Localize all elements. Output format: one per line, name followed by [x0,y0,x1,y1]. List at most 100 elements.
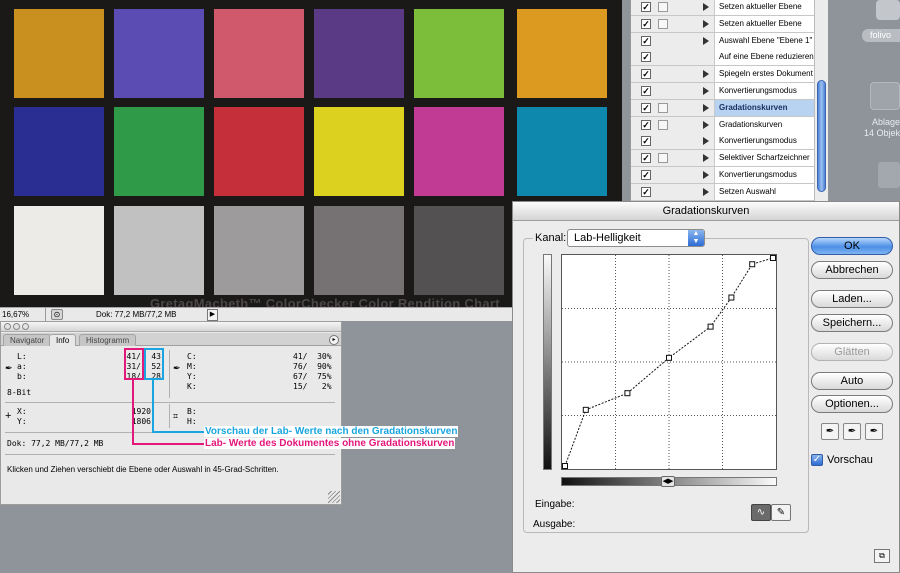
channel-select[interactable]: Lab-Helligkeit ▲ ▼ [567,229,705,247]
desktop-disk-icon[interactable] [876,0,900,20]
actions-scrollbar[interactable] [814,0,828,202]
desktop-item-label[interactable]: folivo [862,29,900,42]
disclosure-triangle-icon[interactable] [703,137,709,146]
curve-point[interactable] [728,294,735,301]
disclosure-triangle-icon[interactable] [703,3,709,11]
preview-lab-highlight-box [144,348,164,380]
panel-menu-icon[interactable]: ▸ [329,335,339,345]
save-button[interactable]: Speichern... [811,314,893,332]
tab-info[interactable]: Info [49,334,77,346]
action-dialog-toggle[interactable] [658,102,668,113]
curve-point[interactable] [562,463,568,469]
gradient-toggle-icon[interactable]: ◀▶ [661,476,675,487]
action-enable-checkbox[interactable]: ✓ [641,170,651,180]
preview-annotation-label: Vorschau der Lab- Werte nach den Gradati… [204,426,459,437]
desktop-document-icon[interactable] [878,162,900,188]
doc-annotation-label: Lab- Werte des Dokumentes ohne Gradation… [204,438,456,449]
action-dialog-toggle[interactable] [658,18,668,29]
zoom-window-icon[interactable] [22,323,29,330]
action-enable-checkbox[interactable]: ✓ [641,186,651,197]
info-panel: Navigator Info Histogramm ▸ ✒ L: a: b: 4… [0,321,342,505]
output-gradient-bar [543,254,552,470]
disclosure-triangle-icon[interactable] [703,171,709,179]
curves-dialog: Gradationskurven Kanal: Lab-Helligkeit ▲… [512,201,900,573]
curve-point[interactable] [707,323,714,330]
options-button[interactable]: Optionen... [811,395,893,413]
action-row[interactable]: ✓ Setzen Auswahl [631,183,814,201]
resize-icon[interactable]: ⧉ [874,549,890,563]
gray-eyedropper-icon[interactable]: ✒ [843,423,861,440]
curve-line[interactable] [564,257,774,467]
cancel-button[interactable]: Abbrechen [811,261,893,279]
curve-point[interactable] [770,255,776,261]
curve-point[interactable] [666,354,672,361]
action-row[interactable]: ✓ Setzen aktueller Ebene [631,15,814,33]
close-window-icon[interactable] [4,323,11,330]
disclosure-triangle-icon[interactable] [703,120,709,129]
color-patch [414,206,504,295]
info-panel-titlebar[interactable] [1,322,341,332]
disclosure-triangle-icon[interactable] [703,187,709,196]
action-enable-checkbox[interactable]: ✓ [641,86,651,96]
action-row[interactable]: ✓ Gradationskurven [631,99,814,117]
action-dialog-toggle[interactable] [658,119,668,130]
color-patch [14,107,104,196]
disclosure-triangle-icon[interactable] [703,70,709,79]
info-tabs: Navigator Info Histogramm ▸ [1,333,341,346]
tab-histogramm[interactable]: Histogramm [79,334,137,346]
action-enable-checkbox[interactable]: ✓ [641,52,651,63]
bh-labels: B: H: [187,407,197,426]
zoom-field[interactable]: 16,67% [2,308,46,321]
action-enable-checkbox[interactable]: ✓ [641,119,651,130]
action-enable-checkbox[interactable]: ✓ [641,102,651,113]
action-row[interactable]: ✓ Auf eine Ebene reduzieren [631,49,814,67]
action-row[interactable]: ✓ Gradationskurven [631,116,814,134]
curve-tool-icon[interactable]: ∿ [751,504,771,521]
curve-point[interactable] [749,261,756,268]
resize-grip-icon[interactable] [328,491,340,503]
curves-graph[interactable] [561,254,777,470]
load-button[interactable]: Laden... [811,290,893,308]
tab-navigator[interactable]: Navigator [3,334,52,346]
actions-scrollbar-thumb[interactable] [817,80,826,192]
disclosure-triangle-icon[interactable] [703,103,709,112]
action-row[interactable]: ✓ Konvertierungsmodus [631,83,814,100]
dialog-title[interactable]: Gradationskurven [513,202,899,221]
doc-callout-line [132,443,204,445]
action-enable-checkbox[interactable]: ✓ [641,69,651,80]
action-dialog-toggle[interactable] [658,2,668,12]
action-row[interactable]: ✓ Auswahl Ebene "Ebene 1" [631,32,814,50]
action-enable-checkbox[interactable]: ✓ [641,18,651,29]
desktop-folder-icon[interactable] [870,82,900,110]
action-enable-checkbox[interactable]: ✓ [641,153,651,164]
action-enable-checkbox[interactable]: ✓ [641,136,651,147]
white-eyedropper-icon[interactable]: ✒ [865,423,883,440]
disclosure-triangle-icon[interactable] [703,154,709,163]
action-dialog-toggle[interactable] [658,153,668,164]
pencil-tool-icon[interactable]: ✎ [771,504,791,521]
curve-point[interactable] [582,406,589,413]
black-eyedropper-icon[interactable]: ✒ [821,423,839,440]
disclosure-triangle-icon[interactable] [703,87,709,95]
action-enable-checkbox[interactable]: ✓ [641,2,651,12]
action-row[interactable]: ✓ Spiegeln erstes Dokument [631,66,814,84]
status-menu-arrow-icon[interactable]: ▶ [207,309,218,321]
status-icon[interactable]: ⊙ [51,309,63,320]
minimize-window-icon[interactable] [13,323,20,330]
action-row[interactable]: ✓ Konvertierungsmodus [631,133,814,151]
action-row[interactable]: ✓ Konvertierungsmodus [631,167,814,184]
smooth-button[interactable]: Glätten [811,343,893,361]
action-row[interactable]: ✓ Selektiver Scharfzeichner [631,150,814,168]
curve-point[interactable] [624,390,631,397]
action-label: Setzen aktueller Ebene [714,0,814,15]
cmyk-labels: C: M: Y: K: [187,352,197,391]
auto-button[interactable]: Auto [811,372,893,390]
preview-checkbox[interactable]: ✓ [811,454,823,466]
action-row[interactable]: ✓ Setzen aktueller Ebene [631,0,814,16]
disclosure-triangle-icon[interactable] [703,36,709,45]
disclosure-triangle-icon[interactable] [703,19,709,28]
selection-size-icon: ⌗ [173,411,179,421]
doc-lab-highlight-box [124,348,144,380]
ok-button[interactable]: OK [811,237,893,255]
action-enable-checkbox[interactable]: ✓ [641,35,651,46]
